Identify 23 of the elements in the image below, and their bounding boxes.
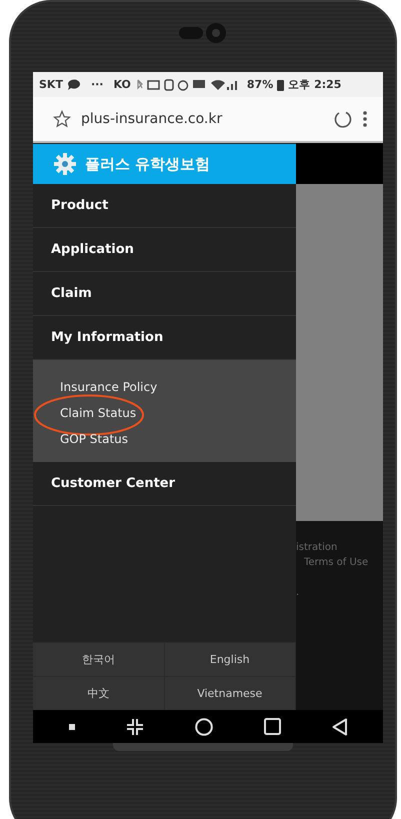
home-icon[interactable] xyxy=(194,718,212,736)
carrier-text: SKT xyxy=(39,78,63,91)
keyboard-language: KO xyxy=(114,78,131,91)
back-icon[interactable] xyxy=(332,718,348,736)
more-text: ··· xyxy=(90,78,104,91)
submenu-item[interactable]: Insurance Policy xyxy=(60,380,158,394)
language-option[interactable]: English xyxy=(164,642,296,676)
language-option[interactable]: 中文 xyxy=(33,676,164,710)
more-icon[interactable] xyxy=(363,111,367,127)
submenu-item[interactable]: GOP Status xyxy=(60,432,128,446)
language-option[interactable]: Vietnamese xyxy=(164,676,296,710)
battery-text: 87% xyxy=(246,78,274,91)
language-option[interactable]: 한국어 xyxy=(33,642,164,676)
chat-icon xyxy=(66,78,81,90)
battery-icon xyxy=(277,78,284,90)
compress-icon[interactable] xyxy=(126,718,144,736)
recent-apps-icon[interactable] xyxy=(264,718,280,735)
clock-text: 오후 2:25 xyxy=(288,77,342,92)
gear-icon xyxy=(53,152,77,176)
star-icon[interactable] xyxy=(53,110,71,128)
url-text[interactable]: plus-insurance.co.kr xyxy=(81,111,323,127)
camera-icon xyxy=(179,22,227,44)
reload-icon[interactable] xyxy=(333,109,353,129)
